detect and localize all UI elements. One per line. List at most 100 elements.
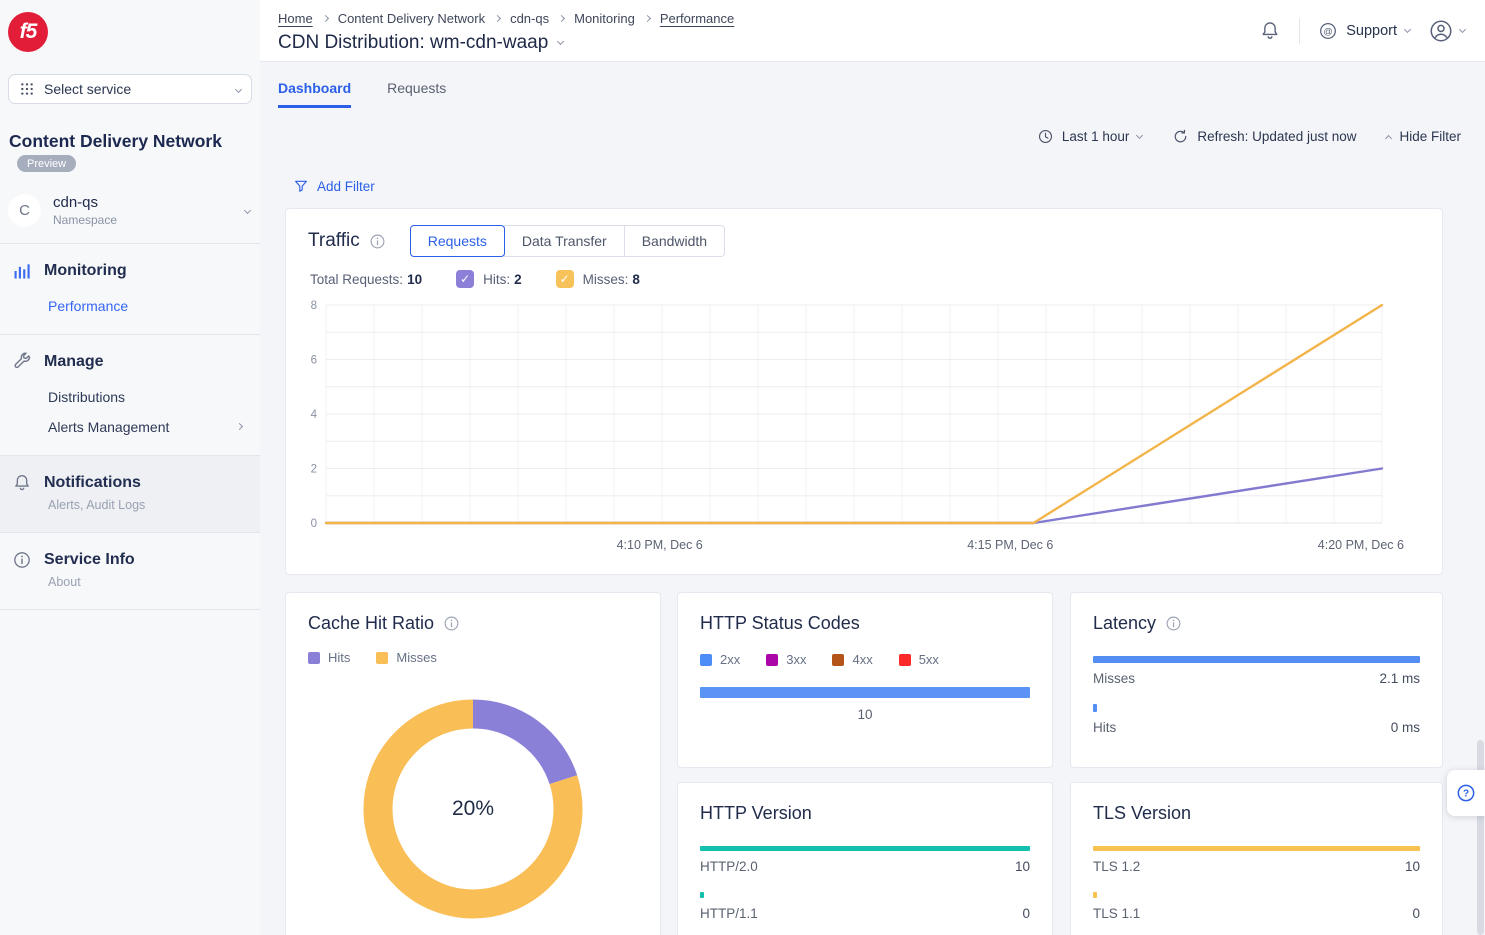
total-requests-stat: Total Requests: 10 bbox=[310, 272, 422, 287]
svg-text:4:20 PM, Dec 6: 4:20 PM, Dec 6 bbox=[1318, 538, 1404, 552]
sidebar-section-monitoring: Monitoring Performance bbox=[0, 243, 260, 334]
legend-label: 5xx bbox=[919, 652, 939, 667]
account-menu[interactable] bbox=[1428, 18, 1465, 44]
metric-label: Misses bbox=[1093, 671, 1135, 686]
breadcrumb-cdn[interactable]: Content Delivery Network bbox=[338, 11, 485, 26]
metric-bar[interactable] bbox=[1093, 704, 1097, 712]
traffic-line-chart[interactable]: 024684:10 PM, Dec 64:15 PM, Dec 64:20 PM… bbox=[300, 296, 1430, 562]
hide-filter-label: Hide Filter bbox=[1399, 129, 1461, 144]
f5-logo-text: f5 bbox=[20, 20, 37, 44]
legend-label: Hits bbox=[328, 650, 350, 665]
metric-value: 2.1 ms bbox=[1379, 671, 1420, 686]
legend-item-4xx: 4xx bbox=[832, 652, 872, 667]
performance-label: Performance bbox=[48, 298, 128, 314]
traffic-view-switch: Requests Data Transfer Bandwidth bbox=[410, 225, 725, 257]
namespace-type: Namespace bbox=[53, 213, 233, 227]
metric-bar[interactable] bbox=[1093, 892, 1097, 898]
refresh-button[interactable]: Refresh: Updated just now bbox=[1172, 128, 1356, 145]
metric-label: TLS 1.2 bbox=[1093, 859, 1140, 874]
latency-title: Latency bbox=[1093, 613, 1156, 634]
manage-label: Manage bbox=[44, 353, 104, 371]
bar-list-item-http-2-0: HTTP/2.0 10 bbox=[700, 846, 1030, 874]
tls-version-bar-list: TLS 1.210TLS 1.10 bbox=[1093, 846, 1420, 921]
svg-text:2: 2 bbox=[311, 464, 317, 476]
cache-title: Cache Hit Ratio bbox=[308, 613, 434, 634]
view-tabs: Dashboard Requests bbox=[278, 80, 446, 108]
service-info-caption: About bbox=[48, 575, 250, 589]
traffic-view-requests[interactable]: Requests bbox=[410, 225, 505, 257]
user-avatar-icon bbox=[1428, 18, 1454, 44]
hits-checkbox[interactable]: ✓ bbox=[456, 270, 474, 288]
svg-text:4: 4 bbox=[311, 409, 318, 421]
sidebar-item-manage[interactable]: Manage bbox=[12, 352, 250, 372]
hits-label: Hits: bbox=[483, 272, 510, 287]
time-range-dropdown[interactable]: Last 1 hour bbox=[1037, 128, 1143, 145]
select-service-dropdown[interactable]: Select service bbox=[8, 74, 252, 104]
metric-value: 10 bbox=[1015, 859, 1030, 874]
bar-list-item-misses: Misses 2.1 ms bbox=[1093, 656, 1420, 686]
breadcrumb-home[interactable]: Home bbox=[278, 11, 313, 26]
preview-badge: Preview bbox=[17, 155, 76, 172]
legend-item-Hits: Hits bbox=[308, 650, 350, 665]
metric-bar[interactable] bbox=[1093, 656, 1420, 663]
metric-bar[interactable] bbox=[700, 846, 1030, 851]
sidebar-item-monitoring[interactable]: Monitoring bbox=[12, 261, 250, 281]
sidebar-item-notifications[interactable]: Notifications bbox=[12, 473, 250, 493]
support-label: Support bbox=[1346, 23, 1397, 39]
breadcrumb-performance[interactable]: Performance bbox=[660, 11, 734, 26]
add-filter-label: Add Filter bbox=[317, 179, 375, 194]
notifications-label: Notifications bbox=[44, 474, 141, 492]
legend-item-Misses: Misses bbox=[376, 650, 436, 665]
title-chevron-down-icon[interactable] bbox=[557, 38, 564, 45]
metric-bar[interactable] bbox=[1093, 846, 1420, 851]
sidebar-item-alerts-management[interactable]: Alerts Management bbox=[48, 419, 250, 435]
namespace-selector[interactable]: C cdn-qs Namespace bbox=[8, 194, 250, 243]
metric-value: 0 ms bbox=[1391, 720, 1420, 735]
metric-label-row: TLS 1.210 bbox=[1093, 859, 1420, 874]
cache-card-header: Cache Hit Ratio bbox=[308, 613, 638, 634]
misses-stat: ✓ Misses: 8 bbox=[556, 270, 640, 288]
traffic-view-bandwidth[interactable]: Bandwidth bbox=[624, 225, 725, 257]
add-filter-button[interactable]: Add Filter bbox=[293, 178, 375, 194]
breadcrumb-monitoring[interactable]: Monitoring bbox=[574, 11, 635, 26]
http-version-title: HTTP Version bbox=[700, 803, 1030, 824]
sidebar-item-performance[interactable]: Performance bbox=[48, 298, 250, 314]
info-icon[interactable] bbox=[443, 615, 460, 632]
hide-filter-button[interactable]: Hide Filter bbox=[1386, 129, 1461, 144]
help-button[interactable]: ? bbox=[1447, 770, 1485, 816]
svg-text:0: 0 bbox=[311, 518, 317, 530]
time-range-label: Last 1 hour bbox=[1062, 129, 1130, 144]
info-icon[interactable] bbox=[369, 233, 386, 250]
support-menu[interactable]: @ Support bbox=[1318, 21, 1410, 41]
traffic-view-data-transfer[interactable]: Data Transfer bbox=[504, 225, 625, 257]
breadcrumb-separator-icon bbox=[558, 15, 565, 22]
metric-label-row: Hits0 ms bbox=[1093, 720, 1420, 735]
breadcrumb-separator-icon bbox=[494, 15, 501, 22]
tab-dashboard[interactable]: Dashboard bbox=[278, 80, 351, 108]
notifications-bell-button[interactable] bbox=[1259, 20, 1281, 42]
svg-text:8: 8 bbox=[311, 300, 317, 312]
service-info-label: Service Info bbox=[44, 551, 135, 569]
total-requests-label: Total Requests: bbox=[310, 272, 403, 287]
tab-requests[interactable]: Requests bbox=[387, 80, 446, 108]
metric-label: HTTP/2.0 bbox=[700, 859, 758, 874]
wrench-icon bbox=[12, 352, 32, 372]
metric-value: 0 bbox=[1412, 906, 1420, 921]
chevron-right-icon bbox=[236, 423, 243, 430]
total-requests-value: 10 bbox=[407, 272, 422, 287]
legend-item-2xx: 2xx bbox=[700, 652, 740, 667]
misses-checkbox[interactable]: ✓ bbox=[556, 270, 574, 288]
breadcrumb-namespace[interactable]: cdn-qs bbox=[510, 11, 549, 26]
info-icon[interactable] bbox=[1165, 615, 1182, 632]
app-root: f5 Select service Content Delivery Netwo… bbox=[0, 0, 1485, 935]
metric-bar[interactable] bbox=[700, 892, 704, 898]
sidebar-item-distributions[interactable]: Distributions bbox=[48, 389, 250, 405]
metric-label-row: HTTP/2.0 10 bbox=[700, 859, 1030, 874]
sidebar-item-service-info[interactable]: Service Info bbox=[12, 550, 250, 570]
f5-logo[interactable]: f5 bbox=[8, 12, 48, 52]
sidebar-section-manage: Manage Distributions Alerts Management bbox=[0, 334, 260, 455]
refresh-icon bbox=[1172, 128, 1189, 145]
notifications-caption: Alerts, Audit Logs bbox=[48, 498, 250, 512]
cache-legend: Hits Misses bbox=[308, 650, 638, 665]
status-bar-2xx[interactable] bbox=[700, 687, 1030, 698]
